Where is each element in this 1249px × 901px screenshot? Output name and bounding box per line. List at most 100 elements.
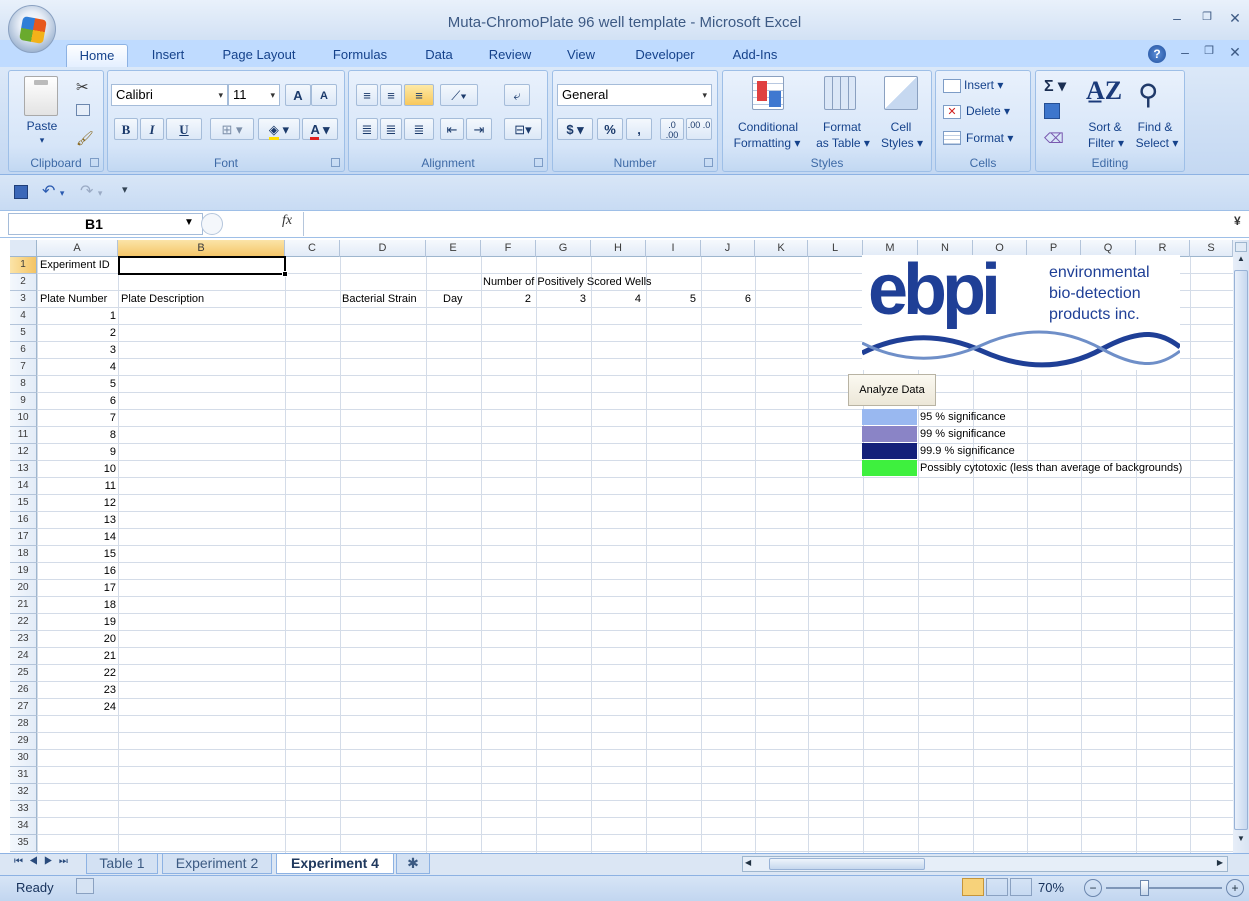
scroll-up-icon[interactable]: ▲ <box>1235 254 1247 268</box>
tab-view[interactable]: View <box>556 44 606 68</box>
cut-icon[interactable]: ✂ <box>76 78 89 96</box>
cell-g3[interactable]: 3 <box>536 291 586 308</box>
percent-button[interactable]: % <box>597 118 623 140</box>
sheet-tab-experiment-4[interactable]: Experiment 4 <box>276 854 394 874</box>
row-header-8[interactable]: 8 <box>10 376 37 393</box>
cell-f2[interactable]: Number of Positively Scored Wells <box>483 274 652 291</box>
row-header-4[interactable]: 4 <box>10 308 37 325</box>
zoom-slider-thumb[interactable] <box>1140 880 1149 896</box>
sort-filter-label-2[interactable]: Filter ▾ <box>1078 136 1134 150</box>
format-cells-button[interactable]: Format ▾ <box>966 131 1013 145</box>
row-header-27[interactable]: 27 <box>10 699 37 716</box>
plate-number-cell[interactable]: 3 <box>40 342 116 359</box>
row-header-24[interactable]: 24 <box>10 648 37 665</box>
close-icon[interactable]: ✕ <box>1224 10 1246 28</box>
horizontal-scroll-thumb[interactable] <box>769 858 925 870</box>
cell-h3[interactable]: 4 <box>591 291 641 308</box>
row-header-31[interactable]: 31 <box>10 767 37 784</box>
row-header-13[interactable]: 13 <box>10 461 37 478</box>
split-box[interactable] <box>1235 242 1247 252</box>
column-header-d[interactable]: D <box>340 240 426 257</box>
italic-button[interactable]: I <box>140 118 164 140</box>
row-header-11[interactable]: 11 <box>10 427 37 444</box>
number-format-select[interactable]: General ▾ <box>557 84 712 106</box>
merge-center-icon[interactable]: ⊟▾ <box>504 118 542 140</box>
row-header-26[interactable]: 26 <box>10 682 37 699</box>
plate-number-cell[interactable]: 24 <box>40 699 116 716</box>
cell-b3[interactable]: Plate Description <box>121 291 204 308</box>
column-header-s[interactable]: S <box>1190 240 1233 257</box>
row-header-6[interactable]: 6 <box>10 342 37 359</box>
tab-formulas[interactable]: Formulas <box>322 44 398 68</box>
ribbon-close-icon[interactable]: ✕ <box>1224 44 1246 62</box>
vertical-scroll-thumb[interactable] <box>1234 270 1248 830</box>
normal-view-icon[interactable] <box>962 878 984 896</box>
conditional-formatting-label-2[interactable]: Formatting ▾ <box>724 136 810 150</box>
plate-number-cell[interactable]: 10 <box>40 461 116 478</box>
cell-a3[interactable]: Plate Number <box>40 291 107 308</box>
row-header-19[interactable]: 19 <box>10 563 37 580</box>
format-as-table-label-2[interactable]: as Table ▾ <box>810 136 876 150</box>
format-cells-icon[interactable] <box>943 131 961 145</box>
column-header-h[interactable]: H <box>591 240 646 257</box>
column-header-j[interactable]: J <box>701 240 755 257</box>
column-header-c[interactable]: C <box>285 240 340 257</box>
column-header-i[interactable]: I <box>646 240 701 257</box>
row-header-29[interactable]: 29 <box>10 733 37 750</box>
font-launcher-icon[interactable] <box>331 158 340 167</box>
column-header-a[interactable]: A <box>37 240 118 257</box>
help-icon[interactable]: ? <box>1148 45 1166 63</box>
row-header-23[interactable]: 23 <box>10 631 37 648</box>
row-header-12[interactable]: 12 <box>10 444 37 461</box>
sheet-tab-table-1[interactable]: Table 1 <box>86 854 158 874</box>
clear-icon[interactable]: ⌫ <box>1044 130 1064 147</box>
format-as-table-label-1[interactable]: Format <box>812 120 872 134</box>
font-color-button[interactable]: A ▾ <box>302 118 338 140</box>
row-header-34[interactable]: 34 <box>10 818 37 835</box>
active-cell-b1[interactable] <box>118 256 286 275</box>
bottom-align-icon[interactable]: ≡ <box>404 84 434 106</box>
paste-button[interactable]: Paste <box>20 119 64 133</box>
align-center-icon[interactable]: ≣ <box>380 118 402 140</box>
macro-record-icon[interactable] <box>76 878 94 894</box>
save-icon[interactable] <box>14 185 28 199</box>
row-header-15[interactable]: 15 <box>10 495 37 512</box>
legend-label-cytotoxic[interactable]: Possibly cytotoxic (less than average of… <box>920 460 1182 477</box>
plate-number-cell[interactable]: 1 <box>40 308 116 325</box>
plate-number-cell[interactable]: 4 <box>40 359 116 376</box>
select-all-button[interactable] <box>10 240 37 257</box>
row-header-20[interactable]: 20 <box>10 580 37 597</box>
column-header-l[interactable]: L <box>808 240 863 257</box>
formula-input[interactable] <box>303 212 1229 236</box>
currency-button[interactable]: $ ▾ <box>557 118 593 140</box>
plate-number-cell[interactable]: 7 <box>40 410 116 427</box>
autosum-icon[interactable]: Σ ▾ <box>1044 76 1066 96</box>
cell-j3[interactable]: 6 <box>701 291 751 308</box>
row-header-32[interactable]: 32 <box>10 784 37 801</box>
binoculars-icon[interactable]: ⚲ <box>1138 78 1159 111</box>
increase-decimal-button[interactable]: .0 .00 <box>660 118 684 140</box>
fill-handle[interactable] <box>282 271 288 277</box>
row-header-1[interactable]: 1 <box>10 257 37 274</box>
delete-cells-button[interactable]: Delete ▾ <box>966 104 1010 118</box>
row-header-10[interactable]: 10 <box>10 410 37 427</box>
format-painter-icon[interactable]: 🖌 <box>76 130 94 147</box>
office-button[interactable] <box>8 5 56 53</box>
row-header-30[interactable]: 30 <box>10 750 37 767</box>
plate-number-cell[interactable]: 22 <box>40 665 116 682</box>
row-header-22[interactable]: 22 <box>10 614 37 631</box>
font-name-select[interactable]: Calibri ▾ <box>111 84 228 106</box>
restore-icon[interactable]: ❐ <box>1196 10 1218 28</box>
scroll-right-icon[interactable]: ▶ <box>1217 858 1223 867</box>
column-header-g[interactable]: G <box>536 240 591 257</box>
grow-font-button[interactable]: A <box>285 84 311 106</box>
name-box[interactable]: B1 <box>8 213 203 235</box>
undo-icon[interactable]: ↶ ▾ <box>42 181 64 201</box>
insert-sheet-icon[interactable]: ✱ <box>396 854 430 874</box>
tab-review[interactable]: Review <box>480 44 540 68</box>
tab-home[interactable]: Home <box>66 44 128 68</box>
minimize-icon[interactable]: – <box>1166 10 1188 28</box>
increase-indent-icon[interactable]: ⇥ <box>466 118 492 140</box>
page-layout-view-icon[interactable] <box>986 878 1008 896</box>
insert-cells-button[interactable]: Insert ▾ <box>964 78 1003 92</box>
